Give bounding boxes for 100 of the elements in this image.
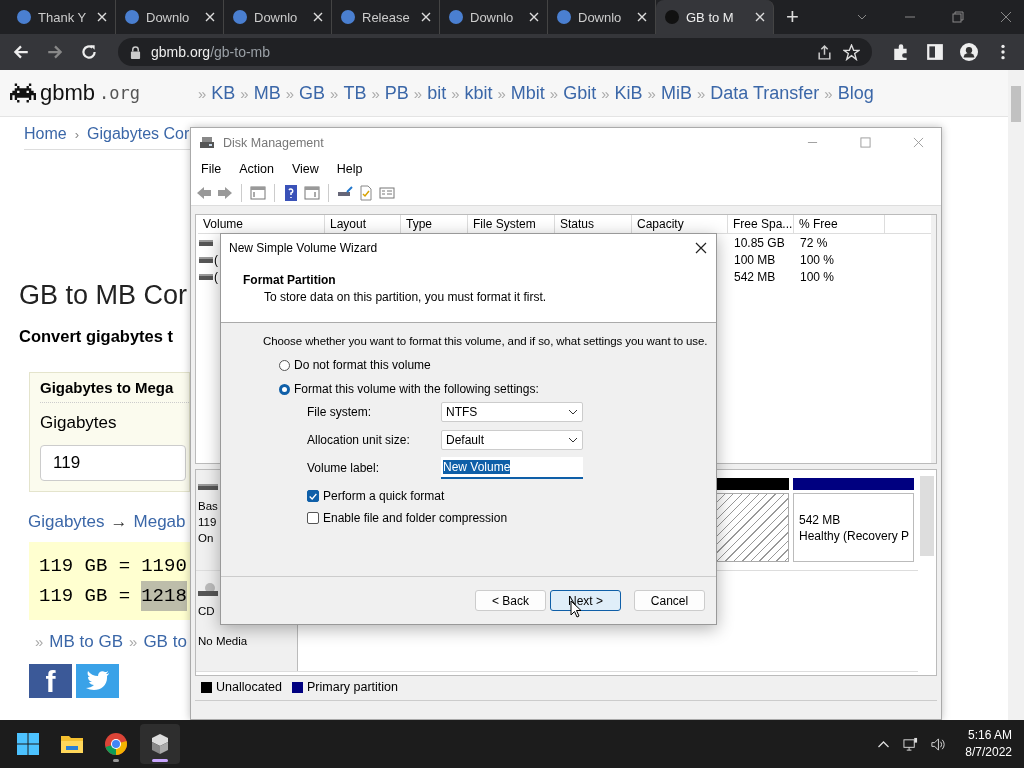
- column-header[interactable]: % Free: [794, 215, 885, 233]
- volume-icon[interactable]: [930, 736, 946, 752]
- taskbar-button[interactable]: [140, 724, 180, 764]
- radio-label[interactable]: Do not format this volume: [294, 358, 431, 372]
- browser-tab[interactable]: GB to M: [656, 0, 774, 34]
- facebook-share-button[interactable]: f: [29, 664, 72, 698]
- dropdown[interactable]: Default: [441, 430, 583, 450]
- forward-icon[interactable]: [217, 184, 233, 201]
- star-icon[interactable]: [843, 43, 860, 61]
- table-cell: (: [214, 269, 218, 284]
- clock-date[interactable]: 8/7/2022: [965, 744, 1012, 761]
- forward-icon[interactable]: [46, 43, 64, 61]
- profile-icon[interactable]: [960, 43, 978, 61]
- tab-title: Downlo: [254, 9, 299, 25]
- scrollbar[interactable]: [931, 215, 936, 463]
- scrollbar[interactable]: [1008, 70, 1024, 720]
- nav-link[interactable]: MB: [253, 82, 281, 104]
- invader-icon: [10, 83, 36, 103]
- nav-link[interactable]: bit: [427, 82, 447, 104]
- checkbox-label[interactable]: Enable file and folder compression: [323, 511, 508, 525]
- breadcrumb-link[interactable]: Gigabytes Cor: [87, 125, 190, 143]
- back-icon[interactable]: [12, 43, 30, 61]
- dialog-button[interactable]: Next >: [550, 590, 621, 611]
- tab-title: Downlo: [146, 9, 191, 25]
- nav-separator: »: [824, 84, 833, 102]
- checkbox[interactable]: [307, 490, 319, 502]
- dropdown[interactable]: NTFS: [441, 402, 583, 422]
- table-cell: 100 %: [800, 252, 835, 267]
- nav-separator: »: [413, 84, 423, 102]
- related-link[interactable]: GB to: [143, 632, 187, 652]
- network-icon[interactable]: [903, 736, 919, 752]
- checkbox[interactable]: [307, 512, 319, 524]
- nav-link[interactable]: Mbit: [510, 82, 545, 104]
- radio-button[interactable]: [279, 359, 290, 371]
- nav-link[interactable]: KiB: [614, 82, 643, 104]
- twitter-share-button[interactable]: [76, 664, 119, 698]
- dialog-button[interactable]: < Back: [475, 590, 546, 611]
- step-title: Format Partition: [243, 273, 337, 287]
- nav-link[interactable]: GB: [299, 82, 326, 104]
- nav-link[interactable]: Data Transfer: [710, 82, 820, 104]
- nav-link[interactable]: TB: [343, 82, 367, 104]
- scrollbar[interactable]: [920, 476, 934, 556]
- console-tree-icon[interactable]: [250, 184, 266, 201]
- menu-item[interactable]: Help: [336, 161, 363, 176]
- partition-block[interactable]: [716, 478, 789, 562]
- logo-text[interactable]: gbmb: [40, 80, 96, 106]
- disk-info-text: On: [198, 531, 215, 546]
- menu-item[interactable]: File: [201, 161, 222, 176]
- radio-button[interactable]: [279, 383, 290, 395]
- favicon-icon: [124, 9, 140, 25]
- checked-document-icon[interactable]: [358, 184, 374, 201]
- related-link[interactable]: MB to GB: [49, 632, 124, 652]
- volume-label-field[interactable]: New Volume: [441, 457, 583, 479]
- tab-title: Thank Y: [38, 9, 88, 25]
- column-header[interactable]: Free Spa...: [728, 215, 794, 233]
- nav-link[interactable]: KB: [211, 82, 236, 104]
- radio-label[interactable]: Format this volume with the following settings:: [294, 382, 539, 396]
- favicon-icon: [556, 9, 572, 25]
- unit-link[interactable]: Megab: [133, 512, 186, 532]
- legend-label: Unallocated: [216, 680, 282, 694]
- address-bar[interactable]: gbmb.org/gb-to-mb: [118, 38, 872, 66]
- windows-start-icon: [16, 732, 40, 756]
- nav-link[interactable]: MiB: [660, 82, 692, 104]
- bird-icon: [85, 671, 110, 691]
- share-icon[interactable]: [816, 43, 833, 61]
- step-description: To store data on this partition, you must format it first.: [264, 290, 548, 304]
- menu-item[interactable]: Action: [239, 161, 274, 176]
- nav-link[interactable]: Gbit: [563, 82, 597, 104]
- nav-separator: »: [696, 84, 706, 102]
- new-tab-button[interactable]: +: [780, 4, 805, 30]
- unit-link[interactable]: Gigabytes: [28, 512, 105, 532]
- nav-link[interactable]: kbit: [464, 82, 493, 104]
- checkbox-label[interactable]: Perform a quick format: [323, 489, 445, 503]
- table-cell: 10.85 GB: [734, 235, 785, 250]
- nav-link[interactable]: PB: [384, 82, 409, 104]
- tab-title: Downlo: [578, 9, 623, 25]
- puzzle-icon[interactable]: [892, 43, 910, 61]
- result-equation: 119 GB =: [39, 554, 131, 579]
- nav-link[interactable]: Blog: [837, 82, 874, 104]
- dialog-button[interactable]: Cancel: [634, 590, 705, 611]
- favicon-icon: [448, 9, 464, 25]
- drive-icon: [199, 135, 215, 150]
- field-label: Allocation unit size:: [307, 433, 411, 447]
- close-icon[interactable]: [695, 241, 707, 254]
- menu-item[interactable]: View: [291, 161, 319, 176]
- card-title: Gigabytes to Mega: [40, 379, 189, 403]
- sidebar-icon[interactable]: [926, 43, 944, 61]
- favicon-icon: [664, 9, 680, 25]
- clock-time[interactable]: 5:16 AM: [967, 727, 1012, 744]
- table-cell: 542 MB: [734, 269, 776, 284]
- help-icon[interactable]: [283, 184, 299, 201]
- page-subtitle: Convert gigabytes t: [19, 327, 174, 346]
- gigabytes-input[interactable]: 119: [40, 445, 186, 481]
- reload-icon[interactable]: [80, 43, 98, 61]
- action-pane-icon[interactable]: [304, 184, 320, 201]
- page-title: GB to MB Cor: [19, 280, 188, 311]
- nav-separator: »: [371, 84, 380, 102]
- disk-info-text: 119: [198, 515, 218, 530]
- breadcrumb-link[interactable]: Home: [24, 125, 67, 143]
- restore-icon[interactable]: [952, 11, 964, 23]
